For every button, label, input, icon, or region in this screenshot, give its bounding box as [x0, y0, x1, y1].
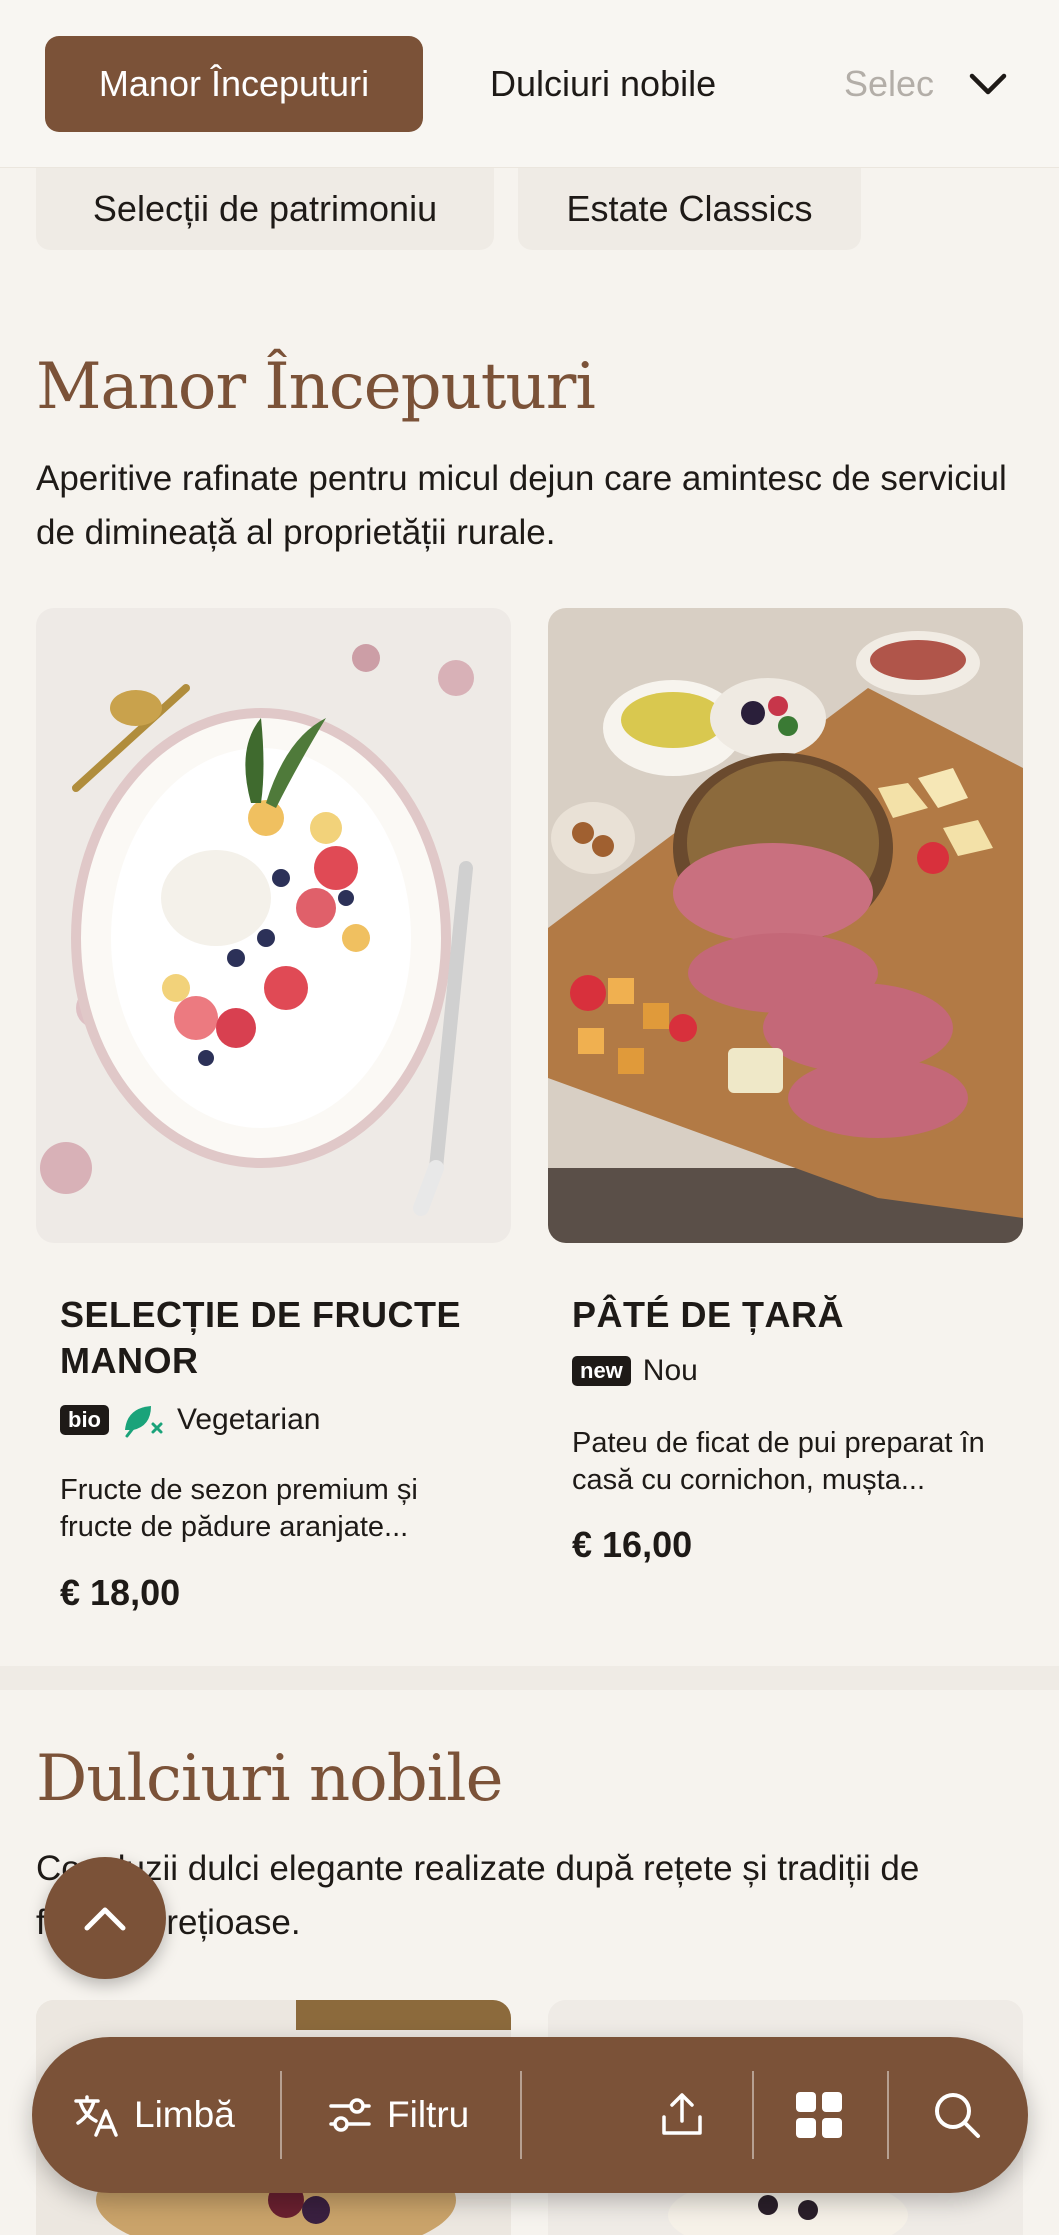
product-name[interactable]: SELECȚIE DE FRUCTE MANOR [60, 1292, 490, 1384]
separator [887, 2071, 889, 2159]
search-button[interactable] [932, 2037, 982, 2193]
product-image-pate[interactable] [548, 608, 1023, 1243]
category-chip[interactable]: Estate Classics [518, 168, 861, 250]
product-price: € 18,00 [60, 1572, 181, 1613]
category-tab[interactable]: Dulciuri nobile [490, 36, 716, 132]
language-label: Limbă [134, 2094, 235, 2135]
leaf-icon [125, 1406, 163, 1438]
product-tags: new Nou [572, 1354, 698, 1388]
grid-view-button[interactable] [794, 2037, 844, 2193]
diet-tag: Vegetarian [177, 1403, 321, 1436]
chevron-up-icon [84, 1907, 126, 1931]
filter-icon [329, 2098, 371, 2132]
category-tab-active[interactable]: Manor Începuturi [45, 36, 423, 132]
section-divider [0, 1666, 1059, 1690]
separator [752, 2071, 754, 2159]
grid-icon [796, 2092, 842, 2138]
share-button[interactable] [656, 2037, 708, 2193]
share-icon [662, 2093, 702, 2135]
language-button[interactable]: Limbă [72, 2037, 235, 2193]
scroll-top-button[interactable] [44, 1857, 166, 1979]
separator [520, 2071, 522, 2159]
separator [280, 2071, 282, 2159]
translate-icon [74, 2095, 118, 2137]
product-tags: bio Vegetarian [60, 1400, 320, 1440]
product-description: Pateu de ficat de pui preparat în casă c… [572, 1427, 985, 1496]
new-tag: Nou [642, 1354, 698, 1387]
product-price: € 16,00 [572, 1524, 693, 1565]
bottom-action-bar: Limbă Filtru [32, 2037, 1028, 2193]
product-image-fruit[interactable] [36, 608, 511, 1243]
product-description: Fructe de sezon premium și fructe de păd… [60, 1474, 418, 1543]
search-icon [935, 2093, 980, 2138]
product-name[interactable]: PÂTÉ DE ȚARĂ [572, 1292, 1002, 1338]
chevron-down-icon[interactable] [962, 58, 1014, 110]
new-badge: new [572, 1356, 631, 1386]
filter-label: Filtru [387, 2094, 470, 2135]
category-chip[interactable]: Selecții de patrimoniu [36, 168, 494, 250]
category-nav: Manor Începuturi Dulciuri nobile Selec [0, 0, 1059, 168]
section-title: Manor Începuturi [36, 350, 596, 424]
section-description: Aperitive rafinate pentru micul dejun ca… [36, 459, 1007, 552]
section-description: Concluzii dulci elegante realizate după … [36, 1849, 920, 1942]
section-title: Dulciuri nobile [36, 1742, 503, 1816]
bio-badge: bio [60, 1405, 109, 1435]
filter-button[interactable]: Filtru [327, 2037, 469, 2193]
category-tab-partial[interactable]: Selec [844, 36, 934, 132]
